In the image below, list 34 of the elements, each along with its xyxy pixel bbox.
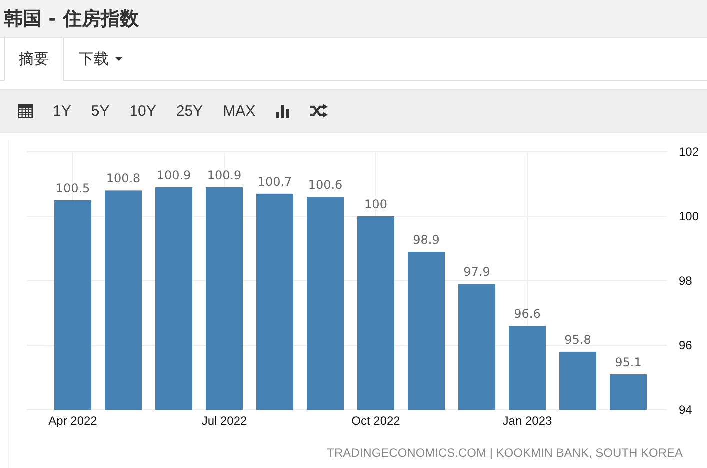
range-button[interactable]: 25Y <box>166 96 214 126</box>
value-label: 100.7 <box>258 174 292 189</box>
value-label: 95.8 <box>564 332 592 347</box>
bar <box>610 374 647 410</box>
value-label: 95.1 <box>615 356 642 370</box>
y-axis-label: 96 <box>679 338 692 352</box>
x-axis-label: Apr 2022 <box>48 414 98 428</box>
value-label: 100.9 <box>207 168 242 182</box>
x-axis-label: Jul 2022 <box>202 414 248 428</box>
y-axis-label: 102 <box>679 145 700 159</box>
value-label: 100.8 <box>106 172 141 186</box>
value-label: 97.9 <box>464 265 490 280</box>
x-axis-label: Oct 2022 <box>352 414 400 428</box>
calendar-icon <box>18 104 33 118</box>
x-axis-label: Jan 2023 <box>502 414 552 428</box>
value-label: 100.6 <box>308 178 343 192</box>
bar-chart-icon <box>276 104 290 118</box>
value-label: 100.9 <box>156 168 192 182</box>
y-axis-label: 98 <box>679 274 692 288</box>
source-text: TRADINGECONOMICS.COM | KOOKMIN BANK, SOUTH KOREA <box>327 446 683 460</box>
value-label: 100.5 <box>56 181 90 196</box>
range-button[interactable]: 5Y <box>81 96 120 126</box>
value-label: 100 <box>364 198 388 212</box>
page-title: 韩国 - 住房指数 <box>4 6 140 32</box>
range-button[interactable]: 10Y <box>120 96 166 126</box>
shuffle-icon <box>310 104 328 118</box>
range-button[interactable]: 1Y <box>43 96 82 126</box>
y-axis-label: 100 <box>679 210 700 224</box>
bar <box>560 352 596 410</box>
value-label: 96.6 <box>514 307 541 322</box>
y-axis-label: 94 <box>679 403 692 417</box>
value-label: 98.9 <box>413 232 440 247</box>
range-button[interactable]: MAX <box>213 96 266 126</box>
tab[interactable]: 摘要 <box>4 38 64 81</box>
